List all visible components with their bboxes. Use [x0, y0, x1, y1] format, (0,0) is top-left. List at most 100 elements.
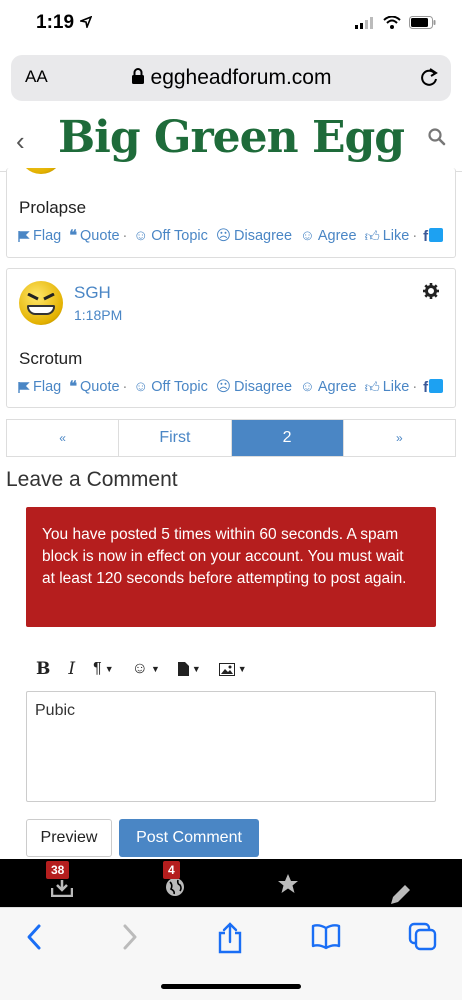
pager-prev[interactable]: « — [7, 420, 120, 456]
comment-body: Prolapse — [19, 198, 87, 217]
inbox-download-icon — [51, 880, 73, 897]
paragraph-format-button[interactable]: ¶ ▼ — [93, 660, 114, 678]
signal-icon — [355, 16, 373, 29]
quote-label: Quote — [80, 228, 120, 244]
separator: · — [412, 228, 418, 244]
image-button[interactable]: ▼ — [218, 662, 247, 676]
thumbs-up-icon: 👍︎ — [364, 380, 380, 396]
browser-forward-icon[interactable] — [120, 922, 140, 952]
neutral-face-icon: ☺ — [133, 379, 149, 395]
post-comment-button[interactable]: Post Comment — [119, 819, 259, 857]
comment-item: SGH 1:18PM Scrotum Flag ❝ Quote · ☺ Off To… — [6, 268, 456, 408]
comment-date[interactable]: 1:18PM — [74, 307, 122, 323]
avatar[interactable] — [19, 281, 63, 325]
frown-icon: ☹ — [215, 228, 232, 244]
avatar-eyes-icon — [27, 293, 55, 301]
bookmarks-book-icon[interactable] — [311, 922, 341, 950]
gear-icon[interactable] — [423, 283, 439, 299]
caret-down-icon: ▼ — [104, 664, 114, 674]
editor-toolbar: B I ¶ ▼ ☺ ▼ ▼ ▼ — [26, 655, 436, 683]
wifi-icon — [383, 16, 401, 29]
agree-reaction[interactable]: ☺ Agree — [300, 379, 357, 395]
like-reaction[interactable]: 👍︎ Like — [365, 227, 410, 245]
paragraph-icon: ¶ — [93, 660, 102, 677]
bold-button[interactable]: B — [36, 659, 50, 679]
pager-next[interactable]: » — [344, 420, 455, 456]
disagree-reaction[interactable]: ☹ Disagree — [216, 379, 292, 395]
file-button[interactable]: ▼ — [177, 662, 201, 676]
caret-down-icon: ▼ — [191, 664, 201, 674]
separator: · — [122, 228, 128, 244]
caret-down-icon: ▼ — [150, 664, 160, 674]
reaction-bar: Flag ❝ Quote · ☺ Off Topic ☹ Disagree ☺ Agre… — [17, 378, 444, 396]
lock-icon — [131, 68, 144, 84]
reload-icon[interactable] — [419, 66, 439, 88]
twitter-icon[interactable] — [429, 378, 444, 393]
neutral-face-icon: ☺ — [133, 228, 149, 244]
like-reaction[interactable]: 👍︎ Like — [365, 378, 410, 396]
flag-reaction[interactable]: Flag — [17, 379, 61, 395]
twitter-icon[interactable] — [429, 227, 444, 242]
star-icon — [278, 874, 298, 893]
section-title: Leave a Comment — [6, 468, 178, 491]
url-bar[interactable]: AA eggheadforum.com — [11, 55, 451, 101]
site-bottom-nav: 38 4 — [0, 859, 462, 907]
url-domain: eggheadforum.com — [150, 66, 332, 89]
agree-reaction[interactable]: ☺ Agree — [300, 228, 357, 244]
comment-item: Prolapse Flag ❝ Quote · ☺ Off Topic ☹ Disag… — [6, 168, 456, 258]
tabs-icon[interactable] — [408, 922, 438, 952]
inbox-count-badge: 38 — [46, 861, 70, 879]
emoji-button[interactable]: ☺ ▼ — [132, 660, 160, 678]
compose-nav[interactable] — [380, 869, 420, 904]
emoji-icon: ☺ — [131, 660, 148, 677]
off-topic-reaction[interactable]: ☺ Off Topic — [133, 379, 208, 395]
facebook-icon[interactable]: f — [423, 379, 428, 396]
search-icon[interactable] — [428, 128, 446, 146]
off-topic-reaction[interactable]: ☺ Off Topic — [133, 228, 208, 244]
globe-icon — [166, 878, 184, 896]
browser-back-icon[interactable] — [24, 922, 44, 952]
quote-reaction[interactable]: ❝ Quote — [69, 228, 119, 244]
notifications-count-badge: 4 — [163, 861, 180, 879]
separator: · — [122, 379, 128, 395]
agree-label: Agree — [317, 379, 357, 395]
home-indicator — [161, 984, 301, 989]
pager-current[interactable]: 2 — [231, 420, 344, 456]
share-icon[interactable] — [217, 922, 243, 954]
disagree-reaction[interactable]: ☹ Disagree — [216, 228, 292, 244]
flag-icon — [18, 230, 30, 242]
site-header: ‹ Big Green Egg — [0, 108, 462, 172]
share-links[interactable]: f — [423, 227, 444, 245]
comment-body: Scrotum — [19, 349, 83, 368]
file-icon — [177, 662, 189, 676]
notifications-nav[interactable]: 4 — [155, 861, 195, 899]
url-text[interactable]: eggheadforum.com — [11, 66, 451, 90]
preview-button[interactable]: Preview — [26, 819, 112, 857]
pencil-icon — [391, 885, 410, 904]
flag-icon — [18, 381, 30, 393]
agree-label: Agree — [317, 228, 357, 244]
share-links[interactable]: f — [423, 378, 444, 396]
spam-block-alert: You have posted 5 times within 60 second… — [26, 507, 436, 627]
facebook-icon[interactable]: f — [423, 228, 428, 245]
comment-editor[interactable]: Pubic — [26, 691, 436, 802]
off-topic-label: Off Topic — [151, 379, 208, 395]
inbox-nav[interactable]: 38 — [42, 861, 82, 899]
site-logo[interactable]: Big Green Egg — [0, 112, 462, 163]
quote-reaction[interactable]: ❝ Quote — [69, 379, 119, 395]
separator: · — [412, 379, 418, 395]
smile-icon: ☺ — [300, 228, 315, 244]
pager-first[interactable]: First — [119, 420, 232, 456]
quote-icon: ❝ — [69, 379, 78, 395]
reaction-bar: Flag ❝ Quote · ☺ Off Topic ☹ Disagree ☺ Agre… — [17, 227, 444, 245]
comment-author[interactable]: SGH — [74, 283, 111, 303]
italic-button[interactable]: I — [68, 659, 75, 679]
flag-reaction[interactable]: Flag — [17, 228, 61, 244]
caret-down-icon: ▼ — [237, 664, 247, 674]
status-time: 1:19 — [36, 12, 75, 33]
bookmarks-nav[interactable] — [268, 869, 308, 899]
disagree-label: Disagree — [234, 228, 293, 244]
like-label: Like — [382, 228, 410, 244]
status-bar: 1:19 — [0, 0, 462, 50]
frown-icon: ☹ — [215, 379, 232, 395]
